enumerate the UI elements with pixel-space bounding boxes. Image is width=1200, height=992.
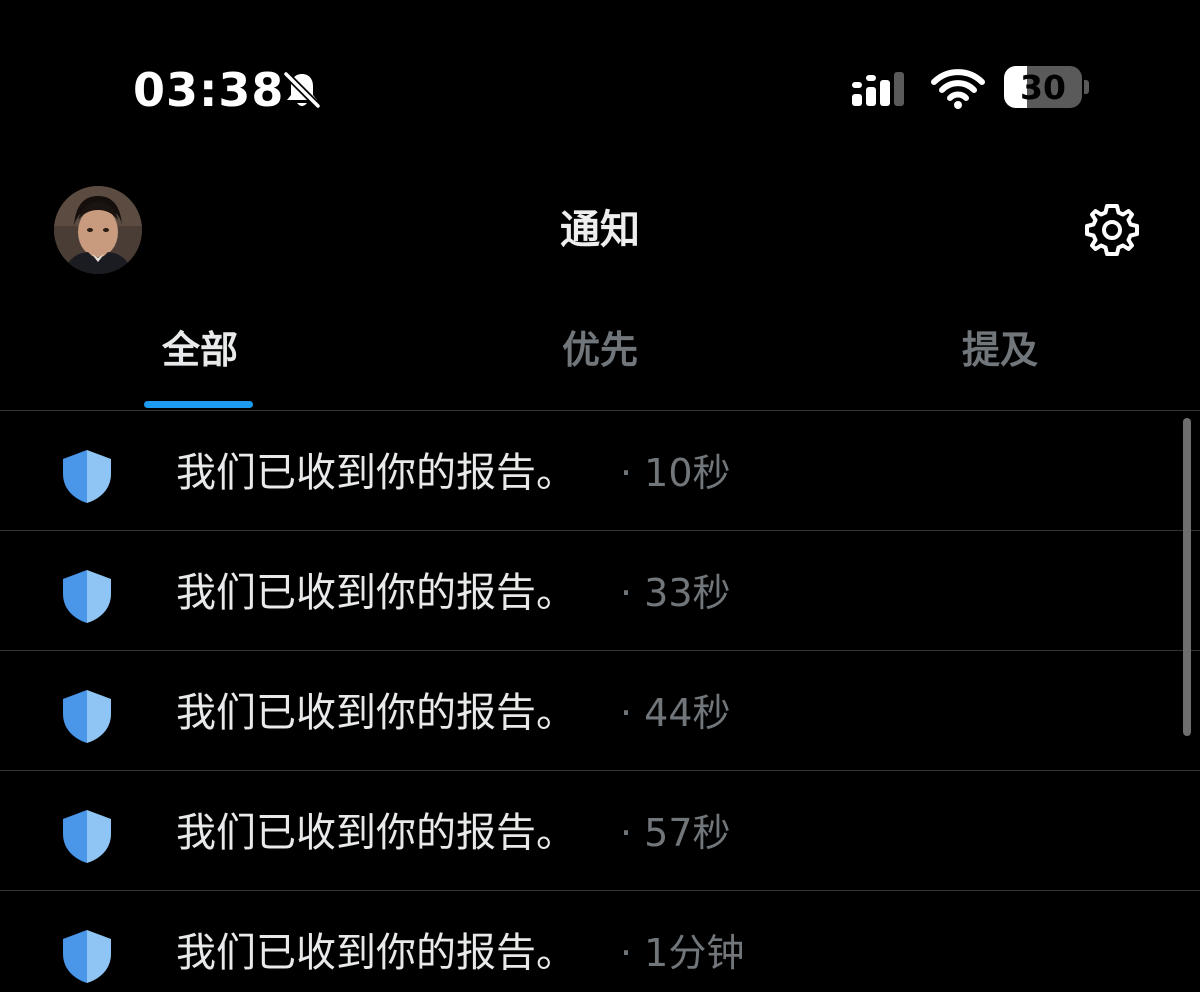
gear-icon[interactable] <box>1080 198 1144 262</box>
tab-mentions-label: 提及 <box>961 328 1038 372</box>
shield-icon <box>63 570 111 623</box>
status-bar: 03:38 30 <box>0 0 1200 180</box>
tab-priority-label: 优先 <box>561 328 638 372</box>
notification-message: 我们已收到你的报告。 <box>176 930 576 976</box>
cellular-signal-icon <box>852 72 904 106</box>
tab-all[interactable]: 全部 <box>0 300 400 409</box>
app-screen: 03:38 30 通知 全部 优先 提及 我们已收到你的报告。 · 10秒 我们… <box>0 0 1200 992</box>
shield-icon <box>63 690 111 743</box>
page-title: 通知 <box>560 207 640 253</box>
notification-time: · 10秒 <box>620 451 731 495</box>
notification-item[interactable]: 我们已收到你的报告。 · 57秒 <box>0 771 1200 891</box>
battery-percentage: 30 <box>1020 68 1066 107</box>
tab-all-label: 全部 <box>161 328 238 372</box>
notification-message: 我们已收到你的报告。 <box>176 450 576 496</box>
battery-cap <box>1084 80 1089 94</box>
notification-message: 我们已收到你的报告。 <box>176 810 576 856</box>
battery-icon: 30 <box>1004 66 1082 108</box>
status-time: 03:38 <box>133 63 285 117</box>
tab-bar: 全部 优先 提及 <box>0 300 1200 411</box>
notification-time: · 57秒 <box>620 811 731 855</box>
notification-item[interactable]: 我们已收到你的报告。 · 10秒 <box>0 411 1200 531</box>
active-tab-indicator <box>144 401 253 408</box>
wifi-icon <box>931 69 985 109</box>
notification-message: 我们已收到你的报告。 <box>176 690 576 736</box>
notification-item[interactable]: 我们已收到你的报告。 · 33秒 <box>0 531 1200 651</box>
shield-icon <box>63 930 111 983</box>
notification-message: 我们已收到你的报告。 <box>176 570 576 616</box>
notification-time: · 1分钟 <box>620 931 745 975</box>
shield-icon <box>63 450 111 503</box>
scrollbar[interactable] <box>1183 418 1191 736</box>
bell-slash-icon <box>282 70 322 110</box>
tab-priority[interactable]: 优先 <box>400 300 800 409</box>
notification-time: · 33秒 <box>620 571 731 615</box>
notification-list: 我们已收到你的报告。 · 10秒 我们已收到你的报告。 · 33秒 我们已收到你… <box>0 411 1200 992</box>
tab-mentions[interactable]: 提及 <box>800 300 1200 409</box>
shield-icon <box>63 810 111 863</box>
notification-item[interactable]: 我们已收到你的报告。 · 1分钟 <box>0 891 1200 992</box>
notification-item[interactable]: 我们已收到你的报告。 · 44秒 <box>0 651 1200 771</box>
notification-time: · 44秒 <box>620 691 731 735</box>
